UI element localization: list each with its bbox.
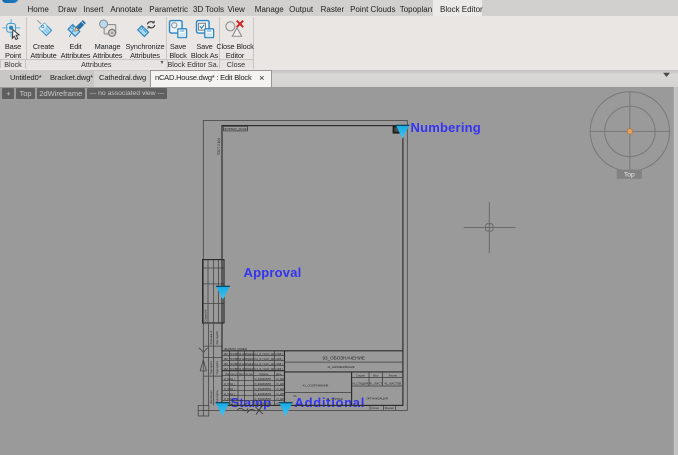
svg-text:Стадия: Стадия — [356, 373, 365, 377]
svg-text:Лист: Лист — [373, 373, 379, 377]
svg-text:И_ПОД_): И_ПОД_) — [224, 387, 235, 391]
svg-text:ИМ_ПР.АБВГД.АБВГДЕЖЗ.А_Б.) 9(А: ИМ_ПР.АБВГД.АБВГДЕЖЗ.А_Б.) 9(АР_Д6.) АБ8… — [224, 362, 283, 366]
svg-text:ИМ_ПР.АБВГД.АБВГДЕЖЗ.А_Б.) 9(А: ИМ_ПР.АБВГД.АБВГДЕЖЗ.А_Б.) 9(АР_Д6.) АБ8… — [224, 352, 283, 356]
svg-text:ФОРМАТ_ЗОНЫ: ФОРМАТ_ЗОНЫ — [224, 127, 248, 131]
svg-text:И_ФАМИЛИЯ: И_ФАМИЛИЯ — [255, 377, 272, 381]
svg-text:Лист: Лист — [239, 373, 245, 376]
svg-text:ОРГАНИЗАЦИЯ: ОРГАНИЗАЦИЯ — [366, 397, 388, 401]
svg-text:Top: Top — [624, 172, 635, 179]
svg-text:Подпись: Подпись — [259, 373, 269, 376]
svg-text:И_СТАДИЯ: И_СТАДИЯ — [353, 381, 369, 385]
svg-text:ГОСТ 2.104: ГОСТ 2.104 — [217, 138, 221, 155]
svg-text:Взам.инв.№: Взам.инв.№ — [210, 330, 213, 344]
svg-text:№ док.: № док. — [246, 373, 254, 376]
svg-text:Справ.№: Справ.№ — [204, 310, 208, 322]
svg-text:ИМ_ПР.АБВГД.АБВГДЕЖЗ.А_Б.) 9(А: ИМ_ПР.АБВГД.АБВГДЕЖЗ.А_Б.) 9(АР_Д6.) АБ8… — [224, 367, 283, 371]
svg-text:Инв.№подл.: Инв.№подл. — [210, 390, 213, 404]
svg-text:И_ПОД_): И_ПОД_) — [224, 392, 235, 396]
svg-text:Изм: Изм — [225, 373, 230, 376]
svg-text:И_ПОД_): И_ПОД_) — [224, 397, 235, 401]
svg-text:И_ДАТ: И_ДАТ — [277, 387, 286, 391]
svg-text:41_ЛИСТОВ: 41_ЛИСТОВ — [384, 381, 401, 385]
svg-text:Подп.идата: Подп.идата — [216, 390, 219, 404]
svg-text:41_НАИМЕНОВАНИЕ: 41_НАИМЕНОВАНИЕ — [327, 365, 355, 369]
svg-text:Кол.уч: Кол.уч — [231, 373, 239, 376]
svg-text:93_ОБОЗНАЧЕНИЕ: 93_ОБОЗНАЧЕНИЕ — [323, 356, 365, 361]
svg-text:Дата: Дата — [276, 373, 282, 376]
svg-text:И_ФАМИЛИЯ: И_ФАМИЛИЯ — [255, 387, 272, 391]
svg-text:ИМ_ПР.АБВГД.АБВГДЕЖЗ.А_Б.) 9(А: ИМ_ПР.АБВГД.АБВГДЕЖЗ.А_Б.) 9(АР_Д6.) АБ8… — [224, 357, 283, 361]
svg-text:Формат: Формат — [385, 406, 395, 410]
svg-text:И_ФАМИЛИЯ: И_ФАМИЛИЯ — [255, 402, 272, 406]
svg-text:41_ЛИСТ: 41_ЛИСТ — [369, 381, 382, 385]
svg-text:И_ДАТ: И_ДАТ — [277, 397, 286, 401]
svg-text:Инв.№дубл.: Инв.№дубл. — [216, 330, 219, 344]
svg-text:И_ФАМИЛИЯ: И_ФАМИЛИЯ — [255, 397, 272, 401]
svg-text:ФОРМАТ_РАМКИ: ФОРМАТ_РАМКИ — [224, 347, 247, 351]
svg-text:И_ФАМИЛИЯ: И_ФАМИЛИЯ — [255, 392, 272, 396]
svg-text:И_ПОД_): И_ПОД_) — [224, 382, 235, 386]
svg-text:И_ДАТ: И_ДАТ — [277, 392, 286, 396]
svg-text:41_СООРУЖЕНИЕ: 41_СООРУЖЕНИЕ — [303, 384, 329, 388]
svg-text:41_ЧЕРТЕЖ: 41_ЧЕРТЕЖ — [326, 397, 343, 401]
svg-text:И_ДАТ: И_ДАТ — [277, 377, 286, 381]
svg-text:Подп.идата: Подп.идата — [216, 361, 219, 375]
svg-text:Подп.идата: Подп.идата — [210, 361, 213, 375]
svg-text:И_ФАМИЛИЯ: И_ФАМИЛИЯ — [255, 382, 272, 386]
svg-text:Копия: Копия — [372, 406, 380, 410]
svg-text:И_ПОД_): И_ПОД_) — [224, 377, 235, 381]
svg-text:И_ДАТ: И_ДАТ — [277, 382, 286, 386]
svg-text:Листов: Листов — [388, 373, 397, 377]
